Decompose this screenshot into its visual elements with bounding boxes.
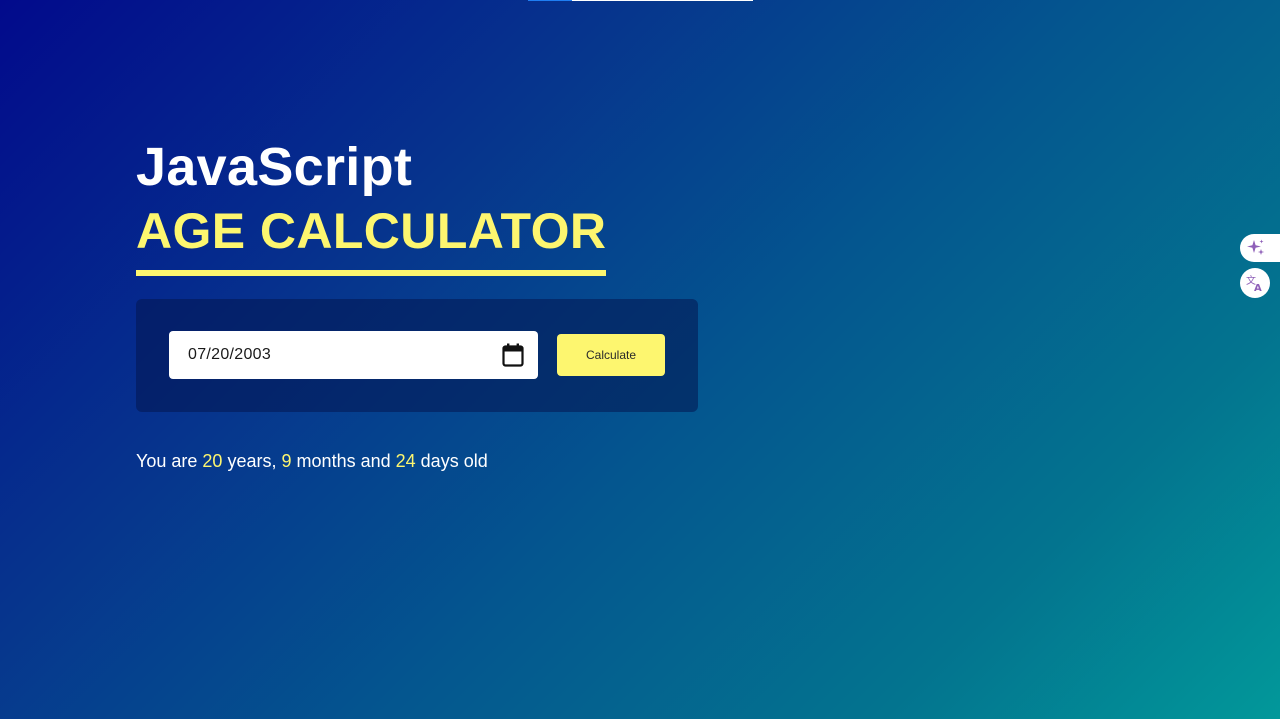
result-days: 24 — [395, 451, 416, 471]
result-days-label: days old — [420, 451, 488, 471]
input-card: 07/20/2003 Calculate — [136, 299, 698, 412]
translate-button[interactable]: 文 A — [1240, 268, 1270, 298]
calculate-button[interactable]: Calculate — [557, 334, 665, 376]
translate-icon: 文 A — [1246, 274, 1262, 292]
birthdate-input[interactable]: 07/20/2003 — [169, 331, 538, 379]
loading-bar-segment — [528, 0, 572, 1]
result-months-label: months and — [296, 451, 391, 471]
sparkle-icon — [1247, 239, 1265, 255]
result-months: 9 — [281, 451, 292, 471]
page-title: JavaScript — [136, 137, 413, 197]
calendar-icon[interactable] — [502, 343, 524, 367]
svg-text:A: A — [1254, 283, 1262, 292]
top-loading-bar — [528, 0, 753, 1]
ai-assistant-button[interactable] — [1240, 234, 1280, 262]
result-years: 20 — [202, 451, 223, 471]
age-calculator: JavaScript AGE CALCULATOR 07/20/2003 Cal… — [136, 136, 698, 472]
result-years-label: years, — [227, 451, 277, 471]
birthdate-value: 07/20/2003 — [188, 346, 272, 363]
result-prefix: You are — [136, 451, 198, 471]
age-result: You are 20 years, 9 months and 24 days o… — [136, 450, 698, 472]
loading-bar-track — [572, 0, 753, 1]
page-subtitle: AGE CALCULATOR — [136, 202, 607, 276]
